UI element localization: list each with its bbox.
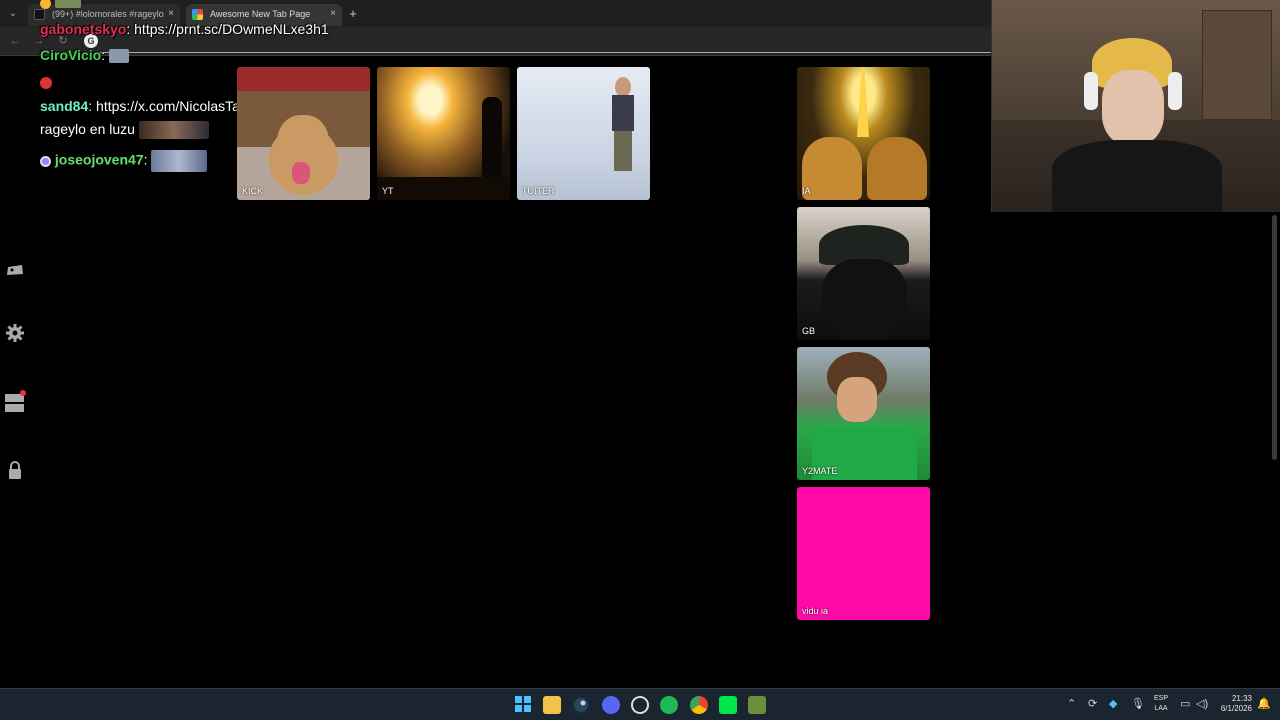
steam-icon[interactable] bbox=[572, 696, 590, 714]
black-cat-image bbox=[822, 259, 907, 340]
chat-username: CiroVicio bbox=[40, 47, 102, 63]
shortcut-y2mate[interactable]: Y2MATE bbox=[797, 347, 930, 480]
black-shirt-image bbox=[1052, 140, 1222, 212]
chat-username: gabonetskyo bbox=[40, 21, 127, 37]
chat-message: gabonetskyo: https://prnt.sc/DOwmeNLxe3h… bbox=[40, 21, 329, 37]
face-image bbox=[1102, 70, 1164, 145]
tile-label: Y2MATE bbox=[802, 466, 838, 476]
keyboard-layout: LAA bbox=[1154, 705, 1168, 712]
chat-text: : https://prnt.sc/DOwmeNLxe3h1 bbox=[126, 21, 329, 37]
person-legs-image bbox=[614, 131, 632, 171]
cat-image bbox=[867, 137, 927, 200]
tray-app-icon[interactable]: ⟳ bbox=[1088, 697, 1097, 710]
emote-image bbox=[151, 150, 208, 172]
emote-image bbox=[40, 77, 52, 90]
minecraft-icon[interactable] bbox=[748, 696, 766, 714]
file-explorer-icon[interactable] bbox=[543, 696, 561, 714]
chat-text: : bbox=[143, 151, 148, 168]
headphones-image bbox=[1168, 72, 1182, 110]
windows-start-icon[interactable] bbox=[514, 696, 532, 714]
network-icon[interactable]: ▭ bbox=[1180, 697, 1190, 710]
tile-label: GB bbox=[802, 326, 816, 336]
shortcut-gb[interactable]: GB bbox=[797, 207, 930, 340]
webcam-feed bbox=[991, 0, 1280, 212]
discord-icon[interactable] bbox=[602, 696, 620, 714]
dog-tongue-image bbox=[292, 162, 310, 184]
tile-label: IA bbox=[802, 186, 811, 196]
chat-username: sand84 bbox=[40, 98, 89, 114]
face-image bbox=[837, 377, 877, 422]
shortcut-kick[interactable]: KICK bbox=[237, 67, 370, 200]
tray-chevron-icon[interactable]: ⌃ bbox=[1067, 697, 1076, 710]
gamepad-icon[interactable] bbox=[4, 260, 26, 282]
taskbar: ⌃ ⟳ ◆ 🎙 ESP LAA ▭ ◁) 21:33 6/1/2026 🔔 bbox=[0, 688, 1280, 720]
language-indicator[interactable]: ESP LAA bbox=[1152, 694, 1170, 714]
chat-text: : bbox=[101, 47, 106, 63]
lock-icon[interactable] bbox=[4, 460, 26, 482]
shortcut-tuiter[interactable]: TUITER bbox=[517, 67, 650, 200]
spotify-icon[interactable] bbox=[660, 696, 678, 714]
tile-label: TUITER bbox=[522, 186, 555, 196]
clock[interactable]: 21:33 6/1/2026 bbox=[1212, 694, 1252, 714]
notes-icon[interactable] bbox=[4, 390, 26, 412]
emote-image bbox=[108, 49, 129, 64]
volume-icon[interactable]: ◁) bbox=[1196, 697, 1208, 710]
chat-message-partial bbox=[40, 0, 81, 10]
microphone-icon[interactable]: 🎙 bbox=[1131, 697, 1145, 710]
chat-message: rageylo en luzu bbox=[40, 121, 209, 140]
obs-icon[interactable] bbox=[631, 696, 649, 714]
chrome-icon[interactable] bbox=[690, 696, 708, 714]
headphones-image bbox=[1084, 72, 1098, 110]
eiffel-tower-image bbox=[857, 67, 869, 137]
clock-date: 6/1/2026 bbox=[1220, 704, 1252, 713]
person-body-image bbox=[612, 95, 634, 131]
person-head-image bbox=[615, 77, 631, 97]
chat-message-emote-only bbox=[40, 74, 52, 90]
capcut-icon[interactable] bbox=[719, 696, 737, 714]
emote-image bbox=[138, 121, 209, 140]
gear-icon[interactable] bbox=[4, 323, 26, 345]
shortcut-ia[interactable]: IA bbox=[797, 67, 930, 200]
shelf-image bbox=[1202, 10, 1272, 120]
user-badge-icon bbox=[40, 155, 51, 167]
tile-label: vidu ia bbox=[802, 606, 829, 616]
tray-shield-icon[interactable]: ◆ bbox=[1109, 697, 1117, 710]
scrollbar-thumb[interactable] bbox=[1272, 215, 1277, 460]
language-code: ESP bbox=[1153, 695, 1168, 702]
cat-image bbox=[802, 137, 862, 200]
chat-message: CiroVicio: bbox=[40, 47, 129, 64]
tile-label: YT bbox=[382, 186, 394, 196]
chat-message: joseojoven47: bbox=[40, 150, 208, 172]
chat-username: joseojoven47 bbox=[54, 151, 144, 168]
shortcut-yt[interactable]: YT bbox=[377, 67, 510, 200]
ground-image bbox=[377, 177, 510, 200]
clock-time: 21:33 bbox=[1231, 694, 1252, 703]
chat-text: rageylo en luzu bbox=[40, 121, 135, 137]
notification-bell-icon[interactable]: 🔔 bbox=[1257, 697, 1271, 710]
tile-label: KICK bbox=[242, 186, 264, 196]
user-badge-icon bbox=[40, 0, 51, 9]
shortcut-vidu-ia[interactable]: vidu ia bbox=[797, 487, 930, 620]
emote-image bbox=[54, 0, 81, 9]
